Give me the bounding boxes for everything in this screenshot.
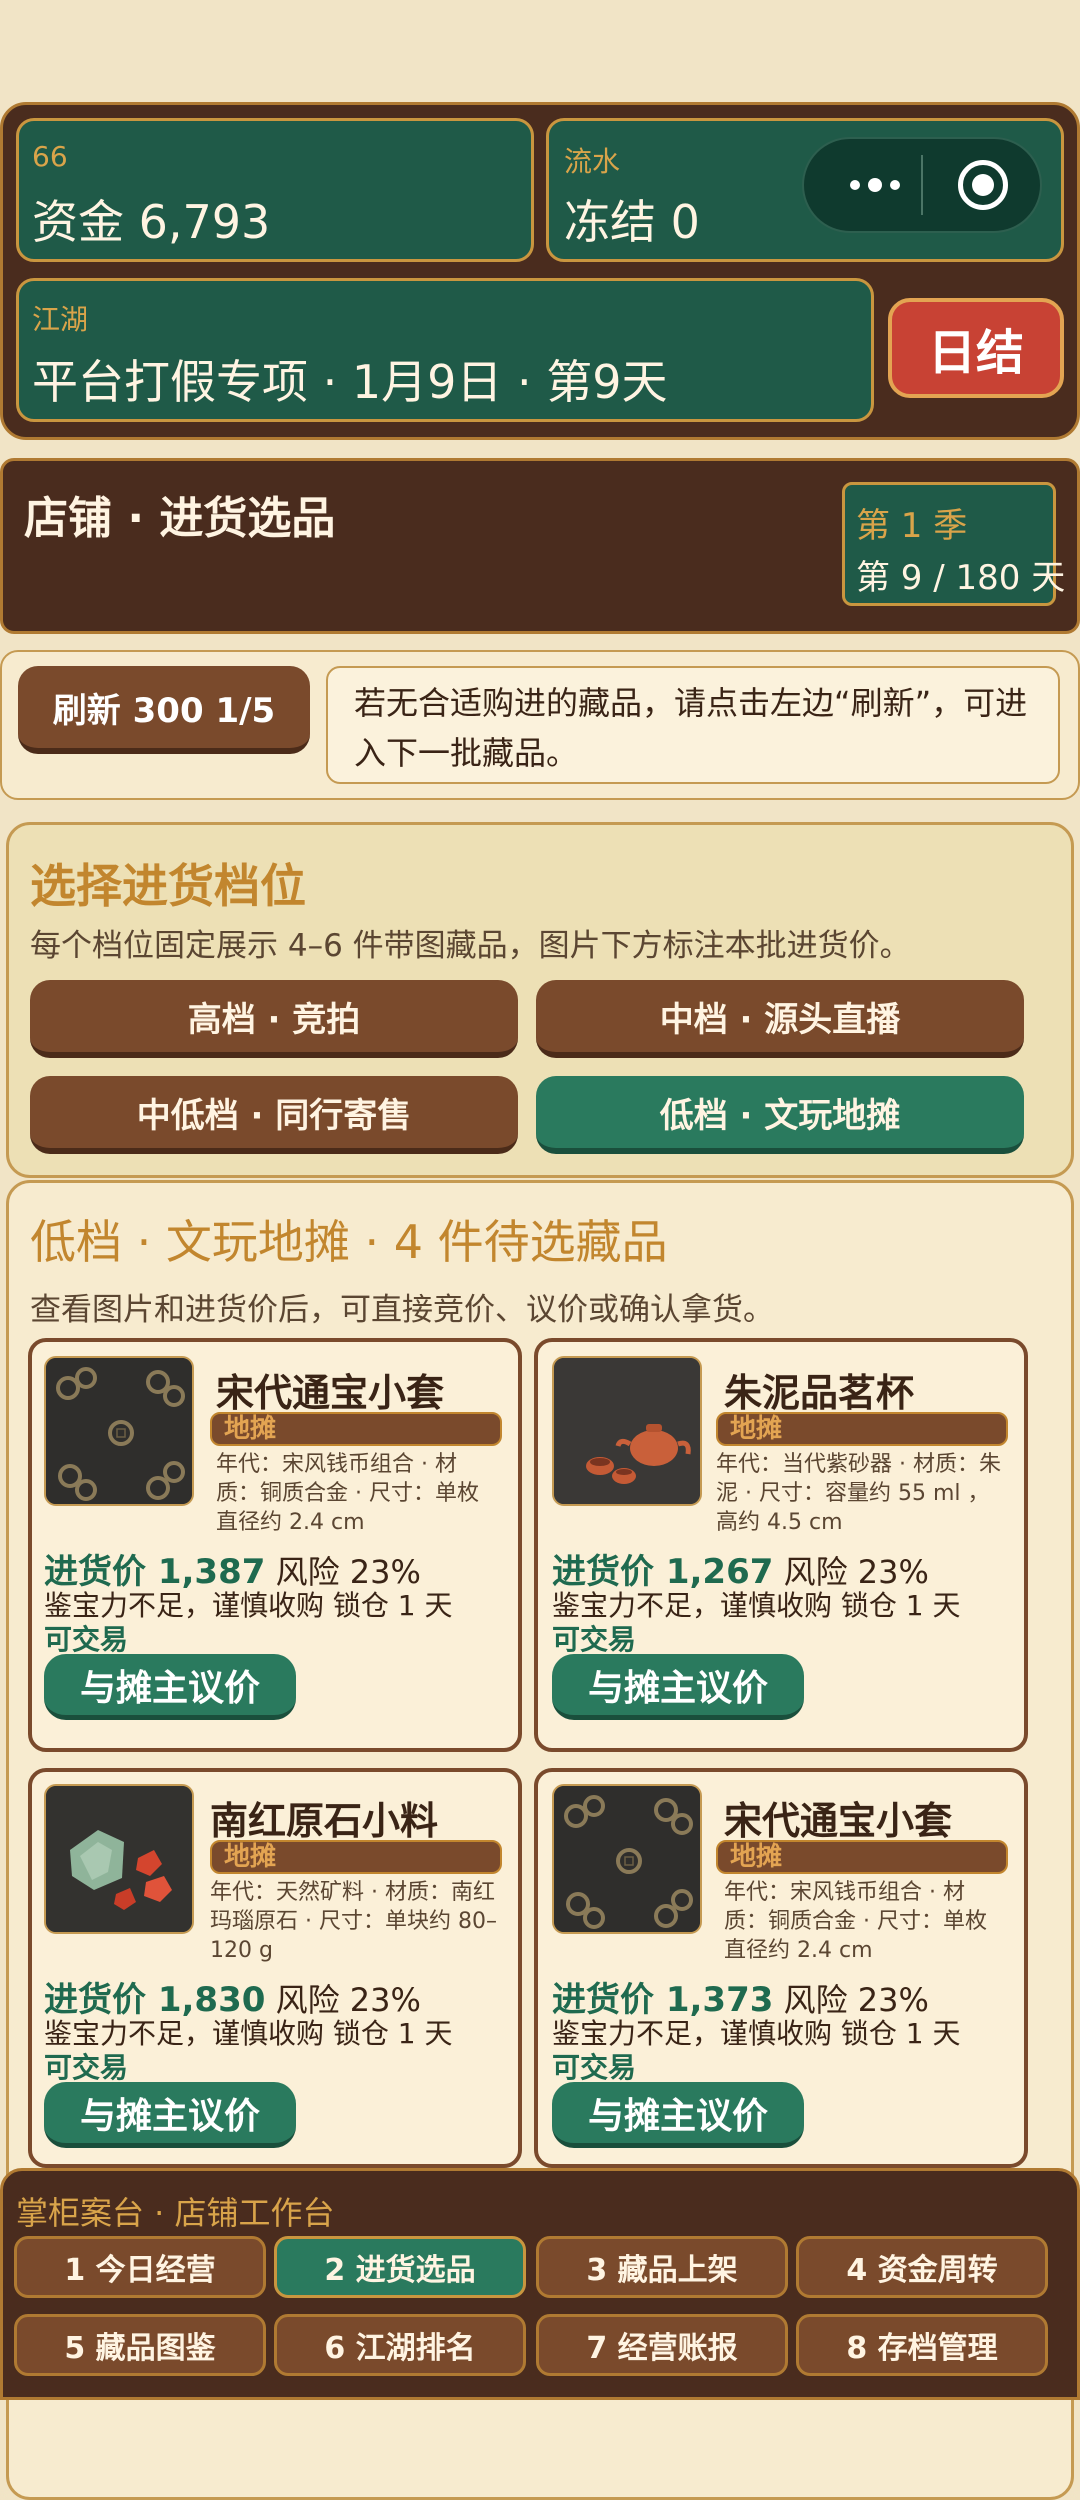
negotiate-button[interactable]: 与摊主议价	[44, 1654, 296, 1720]
item-status: 可交易	[552, 2051, 637, 2084]
tab-catalog[interactable]: 5 藏品图鉴	[14, 2314, 266, 2376]
season-label: 第 1 季	[856, 506, 968, 546]
page-title: 店铺 · 进货选品	[24, 493, 336, 544]
list-title: 低档 · 文玩地摊 · 4 件待选藏品	[30, 1215, 668, 1269]
tier-title: 选择进货档位	[30, 859, 306, 913]
item-meta: 年代：当代紫砂器 · 材质：朱泥 · 尺寸：容量约 55 ml ，高约 4.5 …	[716, 1452, 1001, 1535]
item-meta: 年代：天然矿料 · 材质：南红玛瑙原石 · 尺寸：单块约 80–120 g	[210, 1880, 497, 1963]
negotiate-button[interactable]: 与摊主议价	[44, 2082, 296, 2148]
item-image-coins	[552, 1784, 702, 1934]
capsule-divider	[921, 155, 923, 215]
more-dots-icon[interactable]	[830, 160, 920, 210]
nav-heading: 掌柜案台 · 店铺工作台	[16, 2194, 335, 2232]
item-meta: 年代：宋风钱币组合 · 材质：铜质合金 · 尺寸：单枚直径约 2.4 cm	[216, 1452, 479, 1535]
item-name: 宋代通宝小套	[216, 1371, 445, 1415]
daily-settle-button[interactable]: 日结	[888, 298, 1064, 398]
item-tag: 地摊	[210, 1840, 502, 1874]
frozen-value: 冻结 0	[564, 195, 700, 249]
jianghu-label: 江湖	[32, 303, 89, 336]
day-progress: 第 9 / 180 天	[856, 558, 1066, 598]
target-close-icon[interactable]	[958, 160, 1008, 210]
item-name: 宋代通宝小套	[724, 1799, 953, 1843]
tier-mid-low-button[interactable]: 中低档 · 同行寄售	[30, 1076, 518, 1154]
list-description: 查看图片和进货价后，可直接竞价、议价或确认拿货。	[30, 1292, 774, 1328]
tab-ranking[interactable]: 6 江湖排名	[274, 2314, 526, 2376]
refresh-tip: 若无合适购进的藏品，请点击左边“刷新”，可进入下一批藏品。	[326, 666, 1060, 784]
item-status: 可交易	[552, 1623, 637, 1656]
tier-low-button[interactable]: 低档 · 文玩地摊	[536, 1076, 1024, 1154]
negotiate-button[interactable]: 与摊主议价	[552, 2082, 804, 2148]
tab-cashflow[interactable]: 4 资金周转	[796, 2236, 1048, 2298]
tab-reports[interactable]: 7 经营账报	[536, 2314, 788, 2376]
item-status: 可交易	[44, 2051, 129, 2084]
item-tag: 地摊	[210, 1412, 502, 1446]
item-image-coins	[44, 1356, 194, 1506]
item-status: 可交易	[44, 1623, 129, 1656]
item-tag: 地摊	[716, 1840, 1008, 1874]
tab-stock-selection[interactable]: 2 进货选品	[274, 2236, 526, 2298]
item-name: 朱泥品茗杯	[724, 1371, 915, 1415]
item-meta: 年代：宋风钱币组合 · 材质：铜质合金 · 尺寸：单枚直径约 2.4 cm	[724, 1880, 987, 1963]
tier-high-button[interactable]: 高档 · 竞拍	[30, 980, 518, 1058]
event-text: 平台打假专项 · 1月9日 · 第9天	[32, 355, 668, 409]
tab-save-management[interactable]: 8 存档管理	[796, 2314, 1048, 2376]
tab-today-ops[interactable]: 1 今日经营	[14, 2236, 266, 2298]
tier-mid-button[interactable]: 中档 · 源头直播	[536, 980, 1024, 1058]
funds-value: 资金 6,793	[32, 195, 271, 249]
item-image-stones	[44, 1784, 194, 1934]
flow-label: 流水	[564, 145, 621, 178]
tier-description: 每个档位固定展示 4–6 件带图藏品，图片下方标注本批进货价。	[30, 928, 911, 964]
item-image-teapot	[552, 1356, 702, 1506]
tab-listing[interactable]: 3 藏品上架	[536, 2236, 788, 2298]
refresh-button[interactable]: 刷新 300 1/5	[18, 666, 310, 754]
negotiate-button[interactable]: 与摊主议价	[552, 1654, 804, 1720]
player-label: 66	[32, 140, 68, 173]
item-name: 南红原石小料	[210, 1799, 439, 1843]
item-tag: 地摊	[716, 1412, 1008, 1446]
